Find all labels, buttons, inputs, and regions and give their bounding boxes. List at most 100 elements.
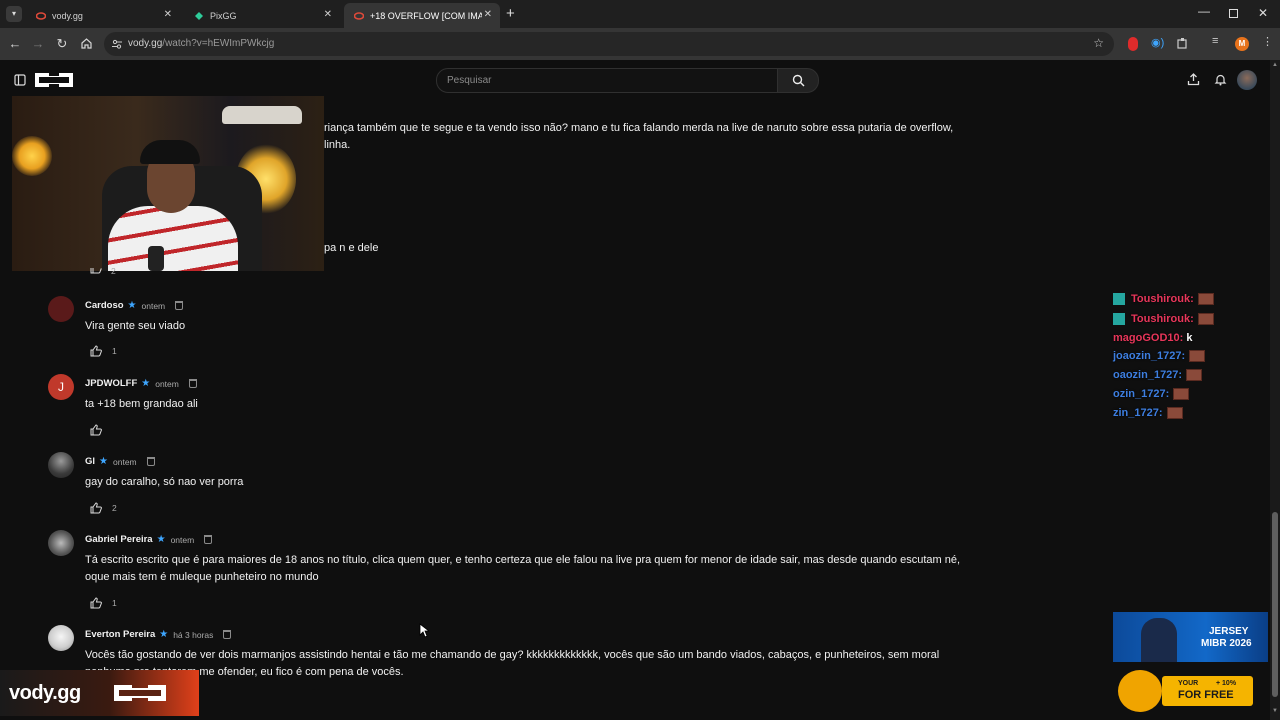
address-bar[interactable]: vody.gg/watch?v=hEWImPWkcjg ☆ xyxy=(104,32,1114,56)
profile-avatar[interactable]: M xyxy=(1235,37,1249,51)
promo-banner: YOUR + 10% FOR FREE xyxy=(1162,676,1253,706)
delete-trash-icon[interactable] xyxy=(175,301,184,310)
like-button[interactable]: 1 xyxy=(90,597,117,609)
comment-text: ta +18 bem grandao ali xyxy=(85,398,198,410)
chat-emote-icon xyxy=(1189,350,1206,363)
close-window-button[interactable]: ✕ xyxy=(1258,6,1268,20)
verified-star-icon: ★ xyxy=(156,534,166,545)
delete-trash-icon[interactable] xyxy=(223,630,232,639)
chat-user: oaozin_1727: xyxy=(1113,369,1183,381)
comment-text: Vocês tão gostando de ver dois marmanjos… xyxy=(85,649,940,678)
restore-window-button[interactable] xyxy=(1229,9,1238,18)
tab-list-dropdown[interactable]: ▾ xyxy=(6,6,22,22)
delete-trash-icon[interactable] xyxy=(188,379,197,388)
comment-avatar[interactable] xyxy=(48,296,74,322)
chat-user: Toushirouk: xyxy=(1131,313,1194,325)
search-button[interactable] xyxy=(777,68,819,93)
forward-arrow-icon[interactable]: → xyxy=(30,36,46,52)
like-button[interactable]: 2 xyxy=(90,502,117,514)
comment-author[interactable]: Everton Pereira xyxy=(85,629,155,640)
comment-item: Cardoso ★ ontem Vira gente seu viado 1 xyxy=(48,296,978,366)
close-tab-icon[interactable]: ✕ xyxy=(164,9,172,20)
comment-item: Gabriel Pereira ★ ontem Tá escrito escri… xyxy=(48,530,978,615)
comment-author[interactable]: Gabriel Pereira xyxy=(85,534,153,545)
browser-tab-bar: ▾ vody.gg ✕ PixGG ✕ +18 OVERFLOW [COM IM… xyxy=(0,0,1280,28)
partial-comment-line-1: riança também que te segue e ta vendo is… xyxy=(324,122,954,134)
partial-comment-line-2: linha. xyxy=(324,139,351,151)
comment-avatar[interactable] xyxy=(48,530,74,556)
thumbs-up-icon xyxy=(90,268,102,274)
scrollbar-thumb[interactable] xyxy=(1272,512,1278,697)
browser-menu-icon[interactable]: ⋮ xyxy=(1262,35,1273,48)
chat-emote-icon xyxy=(1166,407,1183,420)
chat-message: magoGOD10: k xyxy=(1113,332,1192,344)
scroll-up-arrow-icon[interactable]: ▲ xyxy=(1272,62,1278,68)
close-tab-icon[interactable]: ✕ xyxy=(324,9,332,20)
search-icon xyxy=(792,74,805,87)
extensions-puzzle-icon[interactable] xyxy=(1176,37,1189,50)
tab-title: PixGG xyxy=(210,10,237,21)
delete-trash-icon[interactable] xyxy=(204,535,213,544)
promo-text: FOR FREE xyxy=(1178,689,1234,701)
tab-pixgg[interactable]: PixGG ✕ xyxy=(184,3,340,28)
home-icon[interactable] xyxy=(80,37,93,50)
reload-icon[interactable]: ↻ xyxy=(54,36,70,52)
chat-user: Toushirouk: xyxy=(1131,293,1194,305)
thumbs-up-icon xyxy=(90,345,102,357)
bookmark-star-icon[interactable]: ☆ xyxy=(1093,36,1104,50)
extension-red-icon[interactable] xyxy=(1128,37,1138,51)
scroll-down-arrow-icon[interactable]: ▼ xyxy=(1272,708,1278,714)
chat-message: joaozin_1727: xyxy=(1113,350,1206,363)
chat-emote-icon xyxy=(1173,388,1190,401)
browser-toolbar: ← → ↻ vody.gg/watch?v=hEWImPWkcjg ☆ ◉) ≡… xyxy=(0,28,1280,60)
tab-overflow-video[interactable]: +18 OVERFLOW [COM IMAGEM ✕ xyxy=(344,3,500,28)
like-button[interactable] xyxy=(90,424,112,436)
minimize-window-button[interactable]: — xyxy=(1198,4,1210,18)
comment-header: Everton Pereira ★ há 3 horas xyxy=(85,629,232,640)
comment-author[interactable]: Cardoso xyxy=(85,300,124,311)
sidebar-toggle-icon[interactable] xyxy=(14,74,26,86)
extension-audio-icon[interactable]: ◉) xyxy=(1151,36,1164,49)
page-scrollbar[interactable]: ▲ ▼ xyxy=(1270,60,1280,720)
mouse-cursor-icon xyxy=(419,623,429,638)
upload-icon[interactable] xyxy=(1187,73,1200,86)
comment-author[interactable]: Gl xyxy=(85,456,95,467)
delete-trash-icon[interactable] xyxy=(146,457,155,466)
site-header xyxy=(0,60,1270,100)
thumbs-up-icon xyxy=(90,597,102,609)
vody-logo-icon[interactable] xyxy=(35,71,73,89)
comment-header: Gabriel Pereira ★ ontem xyxy=(85,534,213,545)
comment-time: ontem xyxy=(141,300,166,311)
user-avatar[interactable] xyxy=(1237,70,1257,90)
comment-header: Gl ★ ontem xyxy=(85,456,155,467)
chat-badge-icon xyxy=(1113,313,1125,326)
like-count: 1 xyxy=(112,346,117,356)
chat-user: zin_1727: xyxy=(1113,407,1163,419)
sponsor-ad-jersey[interactable]: JERSEY MIBR 2026 xyxy=(1113,612,1268,662)
comment-avatar[interactable] xyxy=(48,625,74,651)
site-info-icon[interactable] xyxy=(111,38,123,50)
tab-title: vody.gg xyxy=(52,10,83,21)
streamer-cap xyxy=(140,140,200,164)
chat-emote-icon xyxy=(1197,293,1214,306)
like-count: 1 xyxy=(112,598,117,608)
comment-text: Tá escrito escrito que é para maiores de… xyxy=(85,554,961,583)
verified-star-icon: ★ xyxy=(127,300,137,311)
comment-avatar[interactable]: J xyxy=(48,374,74,400)
search-input[interactable] xyxy=(436,68,778,93)
comment-author[interactable]: JPDWOLFF xyxy=(85,378,137,389)
back-arrow-icon[interactable]: ← xyxy=(7,36,23,52)
chat-badge-icon xyxy=(1113,293,1125,306)
sponsor-ad-promo[interactable]: YOUR + 10% FOR FREE xyxy=(1118,670,1263,712)
close-tab-icon[interactable]: ✕ xyxy=(484,9,492,20)
chat-message: Toushirouk: xyxy=(1113,293,1214,306)
like-button[interactable]: 1 xyxy=(90,345,117,357)
media-controls-icon[interactable]: ≡ xyxy=(1212,35,1218,47)
comment-avatar[interactable] xyxy=(48,452,74,478)
new-tab-button[interactable]: + xyxy=(506,5,515,22)
partial-like-button[interactable]: 2 xyxy=(90,268,116,274)
notifications-bell-icon[interactable] xyxy=(1214,73,1227,86)
tab-vody[interactable]: vody.gg ✕ xyxy=(26,3,180,28)
webcam-overlay xyxy=(12,96,324,271)
chat-user: ozin_1727: xyxy=(1113,388,1170,400)
